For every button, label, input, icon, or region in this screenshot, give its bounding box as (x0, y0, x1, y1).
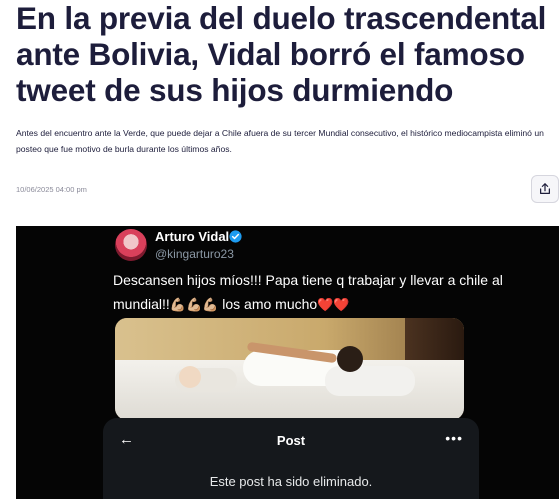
post-deleted-message: Este post ha sido eliminado. (209, 474, 373, 489)
tweet-handle: @kingarturo23 (155, 247, 234, 261)
tweet-text: Descansen hijos míos!!! Papa tiene q tra… (113, 268, 533, 317)
share-button[interactable] (531, 175, 559, 203)
flexed-biceps-emoji: 💪🏼💪🏼💪🏼 (169, 297, 219, 312)
tweet-screenshot-image: Arturo Vidal @kingarturo23 Descansen hij… (16, 226, 559, 499)
share-icon (540, 183, 550, 194)
tweet-text-closing: los amo mucho (218, 296, 318, 312)
tweet-photo-sleeping-kids (115, 318, 464, 420)
red-heart-emoji: ❤️❤️ (317, 297, 350, 312)
article-headline: En la previa del duelo trascendental ant… (16, 0, 547, 108)
more-options-icon: ••• (445, 430, 463, 446)
verified-badge-icon (229, 230, 242, 243)
deleted-post-panel: ← Post ••• Este post ha sido eliminado. (103, 418, 479, 499)
post-screen-title: Post (276, 433, 306, 448)
tweet-display-name: Arturo Vidal (155, 229, 230, 244)
avatar (115, 229, 147, 261)
publish-date: 10/06/2025 04:00 pm (16, 185, 87, 194)
article-lede: Antes del encuentro ante la Verde, que p… (16, 128, 544, 154)
